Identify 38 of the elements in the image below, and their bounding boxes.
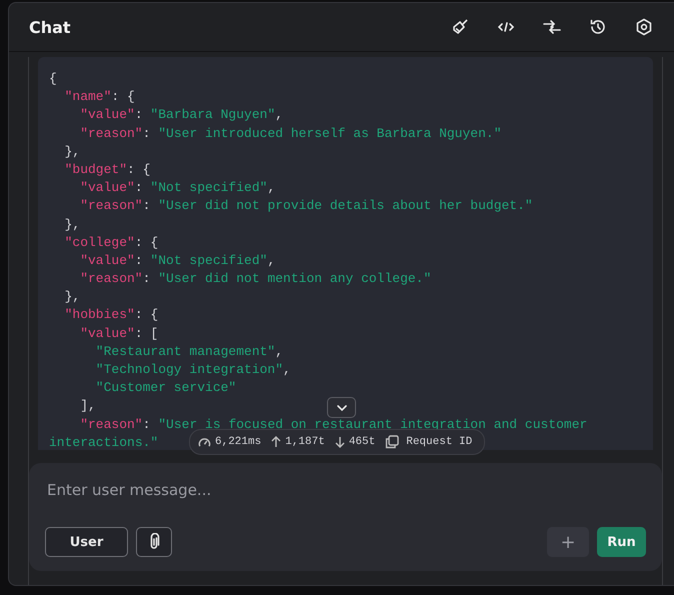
request-id-link[interactable]: Request ID: [406, 436, 472, 448]
message-input[interactable]: Enter user message...: [45, 477, 646, 503]
arrow-down-icon: [334, 436, 345, 448]
code-line: },: [64, 142, 80, 161]
code-line: "reason": "User did not provide details about her budget.": [80, 197, 533, 216]
code-line: "name": {: [64, 88, 135, 106]
window-title: Chat: [29, 18, 71, 36]
code-line: "value": "Not specified",: [80, 252, 276, 270]
code-line: "reason": "User is focused on restaurant integration and customer: [80, 416, 588, 434]
code-line: "reason": "User introduced herself as Barbara Nguyen.": [80, 124, 502, 143]
arrow-up-icon: [271, 436, 282, 448]
code-line: interactions.": [49, 434, 158, 450]
code-line: "Customer service": [96, 379, 236, 398]
copy-icon: [385, 435, 400, 449]
run-button[interactable]: Run: [597, 527, 646, 557]
code-line: "reason": "User did not mention any college.": [80, 270, 432, 288]
code-line: "value": "Barbara Nguyen",: [80, 106, 284, 124]
code-line: "hobbies": {: [64, 306, 158, 324]
chevron-down-icon: [336, 404, 348, 412]
code-line: {: [49, 70, 57, 88]
paperclip-icon: [148, 533, 160, 551]
output-tokens: 465t: [348, 436, 376, 448]
input-tokens: 1,187t: [285, 436, 325, 448]
code-line: },: [64, 288, 80, 306]
code-line: ],: [80, 397, 96, 416]
code-line: "Technology integration",: [96, 361, 291, 379]
code-line: "value": [: [80, 324, 158, 343]
code-line: "college": {: [64, 234, 158, 252]
scroll-down-button[interactable]: [327, 397, 356, 418]
attach-button[interactable]: [136, 527, 172, 557]
code-line: "Restaurant management",: [96, 342, 284, 361]
duration-text: 6,221ms: [215, 436, 262, 448]
code-line: "budget": {: [64, 160, 150, 179]
code-line: "value": "Not specified",: [80, 179, 276, 198]
add-button[interactable]: +: [547, 527, 589, 557]
code-line: },: [64, 216, 80, 234]
speed-icon: [198, 436, 211, 448]
role-button[interactable]: User: [45, 527, 128, 557]
